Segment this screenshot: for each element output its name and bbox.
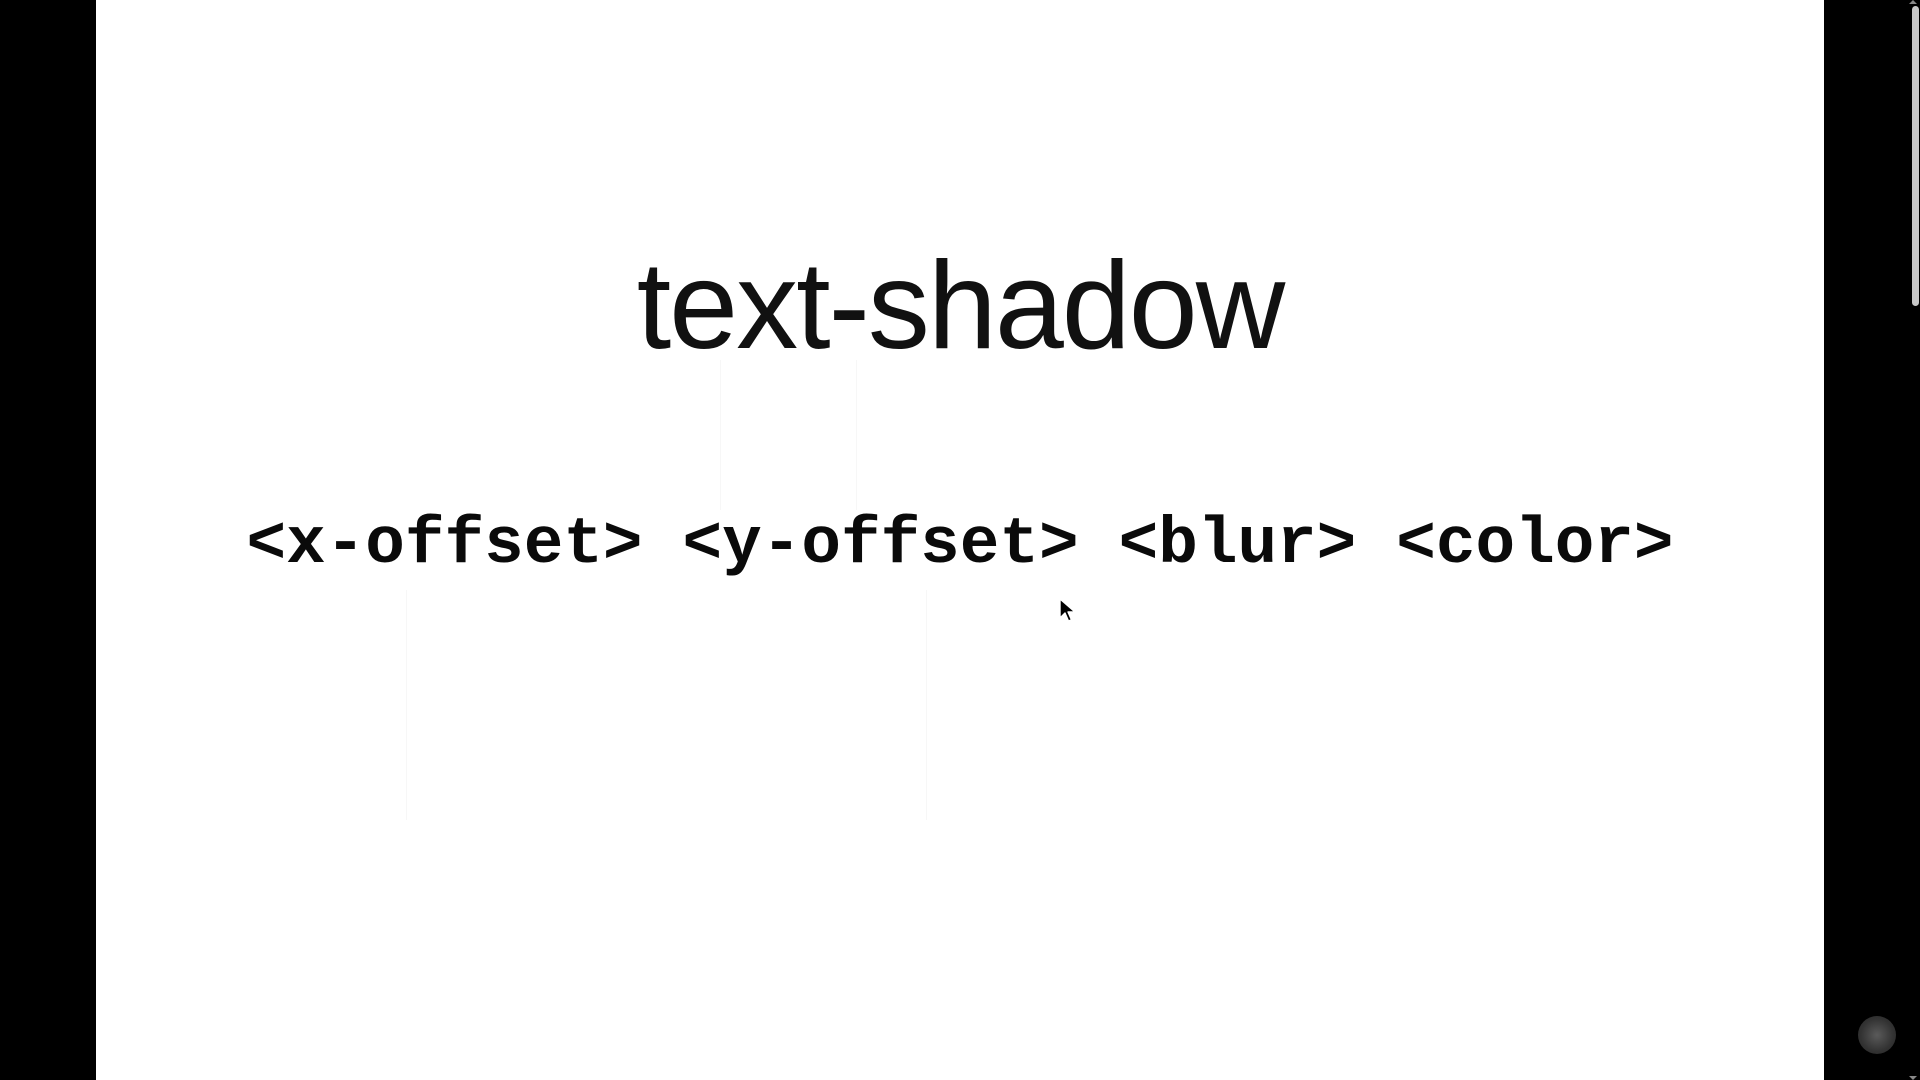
x-offset-token: <x-offset>: [246, 507, 643, 582]
y-offset-token: <y-offset>: [682, 507, 1079, 582]
ghost-line: [856, 360, 857, 510]
watermark-logo-icon: [1858, 1016, 1896, 1054]
scrollbar-thumb[interactable]: [1912, 6, 1919, 306]
ghost-line: [720, 360, 721, 510]
slide: text-shadow <x-offset> <y-offset> <blur> <c…: [96, 0, 1824, 1080]
ghost-line: [926, 590, 927, 820]
ghost-line: [406, 590, 407, 820]
scroll-up-icon[interactable]: [1909, 0, 1917, 4]
arrow-cursor-icon: [1059, 598, 1076, 622]
syntax-line: <x-offset> <y-offset> <blur> <color>: [96, 505, 1824, 585]
slide-title: text-shadow: [636, 237, 1286, 375]
scrollbar[interactable]: [1906, 0, 1920, 1080]
color-token: <color>: [1396, 507, 1674, 582]
screen: text-shadow <x-offset> <y-offset> <blur> <c…: [0, 0, 1920, 1080]
scroll-down-icon[interactable]: [1909, 1076, 1917, 1080]
blur-token: <blur>: [1118, 507, 1357, 582]
